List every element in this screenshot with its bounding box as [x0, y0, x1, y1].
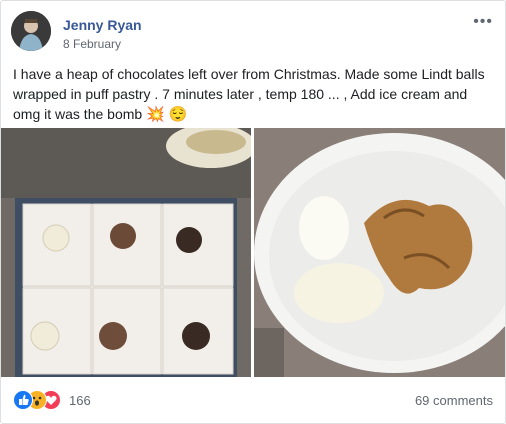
post-text: I have a heap of chocolates left over fr…	[13, 64, 489, 125]
post-header: Jenny Ryan 8 February •••	[11, 11, 497, 53]
comments-count-link[interactable]: 69 comments	[415, 393, 493, 408]
post-date[interactable]: 8 February	[63, 37, 121, 51]
photo-grid	[1, 128, 505, 377]
collision-emoji: 💥	[146, 106, 165, 123]
more-options-icon[interactable]: •••	[473, 13, 493, 31]
post-card: Jenny Ryan 8 February ••• I have a heap …	[0, 0, 506, 424]
author-name[interactable]: Jenny Ryan	[63, 17, 142, 33]
like-icon[interactable]	[13, 390, 33, 410]
photo-dessert-plate[interactable]	[254, 128, 505, 377]
reaction-count[interactable]: 166	[69, 393, 91, 408]
relieved-face-emoji: 😌	[168, 106, 188, 123]
photo-pastry-squares[interactable]	[1, 128, 251, 377]
avatar[interactable]	[11, 11, 51, 51]
reactions-bar: 166 69 comments	[13, 390, 493, 410]
post-body: I have a heap of chocolates left over fr…	[13, 66, 485, 122]
